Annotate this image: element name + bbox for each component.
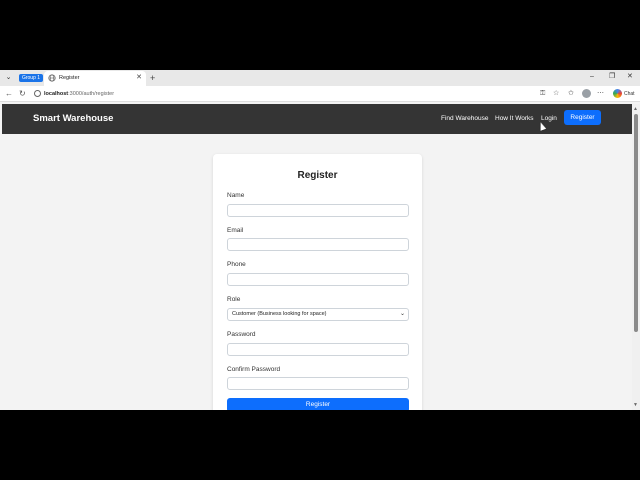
scroll-up-icon[interactable]: ▲ <box>633 106 638 112</box>
role-select-value: Customer (Business looking for space) <box>232 311 327 317</box>
role-label: Role <box>227 296 241 303</box>
browser-window: ⌄ Group 1 Register ✕ + – ❐ ✕ ← ↻ localho… <box>0 70 640 410</box>
tab-list-chevron-icon[interactable]: ⌄ <box>3 73 14 83</box>
more-menu-icon[interactable]: ⋯ <box>597 89 604 99</box>
favorite-star-icon[interactable]: ☆ <box>553 89 559 99</box>
nav-find-warehouse[interactable]: Find Warehouse <box>441 114 488 124</box>
phone-input[interactable] <box>227 273 409 286</box>
key-icon[interactable]: ⚿ <box>540 89 545 99</box>
chevron-down-icon: ⌄ <box>399 311 405 317</box>
register-submit-button[interactable]: Register <box>227 398 409 410</box>
form-title: Register <box>297 170 338 181</box>
site-info-icon[interactable] <box>34 90 41 97</box>
new-tab-icon[interactable]: + <box>150 73 155 83</box>
reload-icon[interactable]: ↻ <box>19 89 26 99</box>
chat-label[interactable]: Chat <box>624 89 635 99</box>
nav-how-it-works[interactable]: How It Works <box>495 114 534 124</box>
scroll-thumb[interactable] <box>634 114 638 332</box>
role-select[interactable]: Customer (Business looking for space) ⌄ <box>227 308 409 321</box>
name-input[interactable] <box>227 204 409 217</box>
back-icon[interactable]: ← <box>5 89 13 99</box>
email-input[interactable] <box>227 238 409 251</box>
restore-icon[interactable]: ❐ <box>609 72 615 82</box>
copilot-icon[interactable] <box>613 89 622 98</box>
tab-group-chip[interactable]: Group 1 <box>19 74 43 82</box>
tab-title: Register <box>59 75 80 81</box>
site-navbar: Smart Warehouse Find Warehouse How It Wo… <box>2 104 632 134</box>
confirm-password-input[interactable] <box>227 377 409 390</box>
profile-avatar[interactable] <box>582 89 591 98</box>
scroll-down-icon[interactable]: ▼ <box>633 402 638 408</box>
page-scrollbar[interactable]: ▲ ▼ <box>632 104 640 410</box>
confirm-password-label: Confirm Password <box>227 366 281 373</box>
name-label: Name <box>227 192 245 199</box>
password-input[interactable] <box>227 343 409 356</box>
tab-strip: ⌄ Group 1 Register ✕ + – ❐ ✕ <box>0 70 640 86</box>
url-text: localhost:3000/auth/register <box>44 90 114 98</box>
close-window-icon[interactable]: ✕ <box>627 72 633 82</box>
url-path: :3000/auth/register <box>68 91 115 97</box>
url-host: localhost <box>44 91 69 97</box>
globe-icon <box>48 74 56 82</box>
close-tab-icon[interactable]: ✕ <box>136 74 142 82</box>
minimize-icon[interactable]: – <box>590 72 594 82</box>
email-label: Email <box>227 227 244 234</box>
nav-register-button[interactable]: Register <box>564 110 601 125</box>
address-bar: ← ↻ localhost:3000/auth/register ⚿ ☆ ✩ ⋯… <box>0 86 640 102</box>
phone-label: Phone <box>227 261 246 268</box>
password-label: Password <box>227 331 256 338</box>
url-field[interactable]: localhost:3000/auth/register <box>30 88 550 100</box>
favorites-icon[interactable]: ✩ <box>568 89 574 99</box>
web-page: Smart Warehouse Find Warehouse How It Wo… <box>2 104 632 410</box>
site-brand[interactable]: Smart Warehouse <box>33 113 113 125</box>
tab-register[interactable]: Register ✕ <box>44 71 146 86</box>
register-card: Register Name Email Phone Role Customer … <box>213 154 422 410</box>
